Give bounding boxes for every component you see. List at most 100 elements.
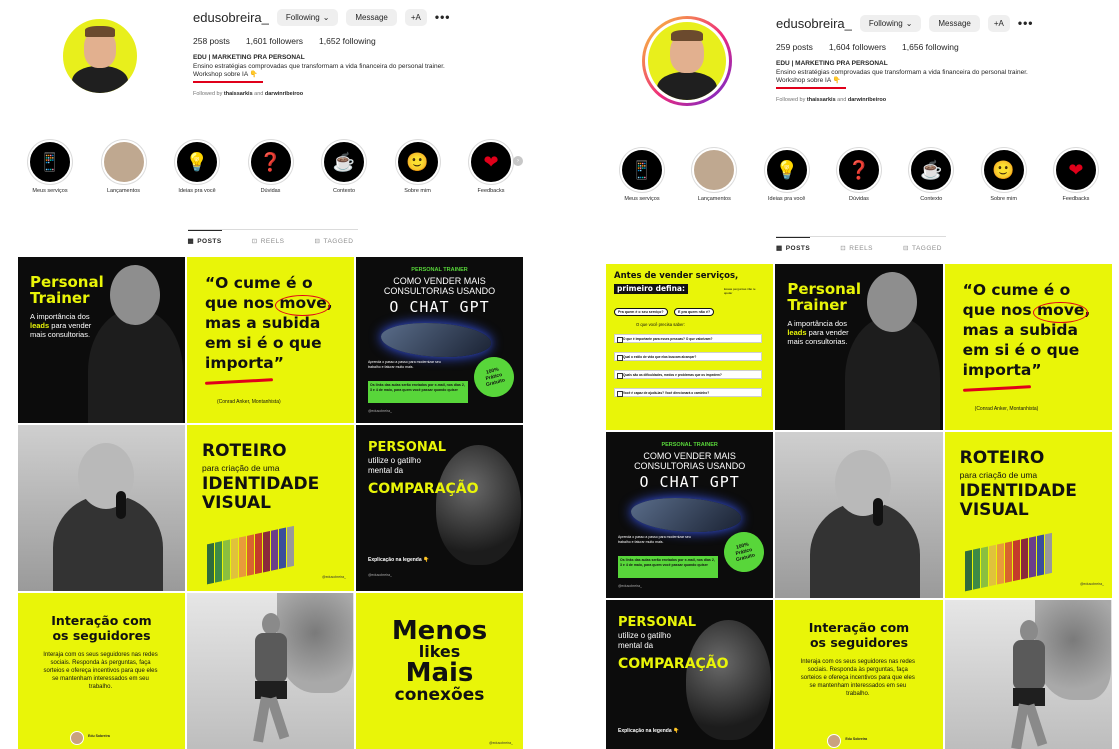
highlight-label: Contexto — [332, 188, 355, 194]
highlight-contexto[interactable]: ☕ Contexto — [901, 148, 961, 202]
message-button[interactable]: Message — [346, 8, 397, 26]
followed-user[interactable]: darwinribeiroo — [265, 91, 303, 97]
post-comparacao[interactable]: PERSONAL utilize o gatilho mental da COMP… — [606, 600, 774, 749]
highlight-meus-servicos[interactable]: 📱 Meus serviços — [20, 140, 80, 194]
coffee-cup-icon: ☕ — [322, 140, 366, 184]
highlight-label: Lançamentos — [106, 188, 141, 194]
highlight-label: Meus serviços — [624, 196, 660, 202]
chat-question-icon: ❓ — [836, 148, 881, 192]
free-badge: 100% Prático Gratuito — [469, 352, 519, 402]
heart-chat-icon: ❤ — [1053, 148, 1098, 192]
post-photo-microphone[interactable] — [775, 432, 943, 598]
tab-tagged[interactable]: ⊟ TAGGED — [314, 231, 354, 246]
followed-user[interactable]: thaissarkis — [807, 97, 836, 103]
runner-head — [1019, 620, 1038, 642]
tab-reels[interactable]: ⊡ REELS — [252, 231, 285, 246]
bio-link[interactable]: Workshop sobre IA 👇 — [776, 77, 1106, 86]
phone-icon: 📱 — [28, 140, 72, 184]
following-count[interactable]: 1,652 following — [319, 36, 376, 46]
followed-and: and — [837, 96, 847, 103]
post-title: PERSONAL — [618, 615, 697, 630]
following-button[interactable]: Following ⌄ — [859, 14, 922, 32]
post-quote[interactable]: “O cume é o que nos move, mas a subida e… — [187, 257, 354, 423]
followed-by[interactable]: Followed by thaissarkis and darwinribeir… — [193, 91, 513, 97]
post-title-main: O CHAT GPT — [639, 473, 740, 491]
post-title: COMO VENDER MAIS CONSULTORIAS USANDO — [634, 451, 746, 471]
post-personal-trainer[interactable]: Personal Trainer A importância dos leads … — [18, 257, 185, 423]
post-title-main: COMPARAÇÃO — [368, 481, 479, 497]
message-button[interactable]: Message — [929, 14, 980, 32]
grid-icon: ▦ — [776, 245, 783, 252]
highlight-ideias[interactable]: 💡 Ideias pra você — [167, 140, 227, 194]
quote-author: (Conrad Anker, Montanhista) — [974, 406, 1039, 412]
bio-link[interactable]: Workshop sobre IA 👇 — [193, 71, 513, 80]
followers-count[interactable]: 1,604 followers — [829, 42, 886, 52]
followed-user[interactable]: darwinribeiroo — [848, 97, 886, 103]
following-count[interactable]: 1,656 following — [902, 42, 959, 52]
profile-header: edusobreira_ Following ⌄ Message +A ••• 2… — [606, 8, 1112, 138]
highlight-ideias[interactable]: 💡 Ideias pra você — [757, 148, 817, 202]
highlight-contexto[interactable]: ☕ Contexto — [314, 140, 374, 194]
more-options-icon[interactable]: ••• — [435, 10, 451, 24]
highlight-sobre-mim[interactable]: 🙂 Sobre mim — [974, 148, 1034, 202]
highlight-duvidas[interactable]: ❓ Dúvidas — [241, 140, 301, 194]
following-button[interactable]: Following ⌄ — [276, 8, 339, 26]
tab-posts[interactable]: ▦ POSTS — [187, 230, 222, 245]
highlight-label: Sobre mim — [990, 196, 1017, 202]
red-circle-annotation — [1032, 302, 1088, 323]
avatar[interactable] — [60, 16, 140, 96]
highlight-label: Contexto — [920, 196, 943, 202]
free-badge: 100% Prático Gratuito — [719, 527, 769, 577]
tag-icon: ⊟ — [314, 238, 321, 245]
post-photo-microphone[interactable] — [18, 425, 185, 591]
followed-by[interactable]: Followed by thaissarkis and darwinribeir… — [776, 97, 1106, 103]
highlight-label: Dúvidas — [849, 196, 869, 202]
post-comparacao[interactable]: PERSONAL utilize o gatilho mental da COMP… — [356, 425, 523, 591]
highlight-feedbacks[interactable]: ❤ Feedbacks › — [461, 140, 523, 194]
tab-tagged[interactable]: ⊟ TAGGED — [903, 238, 942, 253]
profile-info: edusobreira_ Following ⌄ Message +A ••• 2… — [776, 12, 1106, 103]
profile-avatar-ring[interactable] — [58, 14, 142, 98]
post-menos-likes[interactable]: Menos likes Mais conexões @edusobreira_ — [356, 593, 523, 749]
post-roteiro[interactable]: ROTEIRO para criação de uma IDENTIDADE VI… — [944, 432, 1112, 598]
post-photo-runner[interactable] — [944, 600, 1112, 749]
lightbulb-icon: 💡 — [764, 148, 809, 192]
tab-reels[interactable]: ⊡ REELS — [840, 238, 873, 253]
more-options-icon[interactable]: ••• — [1018, 16, 1034, 30]
highlight-meus-servicos[interactable]: 📱 Meus serviços — [612, 148, 672, 202]
post-photo-runner[interactable] — [187, 593, 354, 749]
add-user-button[interactable]: +A — [987, 14, 1010, 32]
following-label: Following — [868, 18, 903, 28]
posts-grid: Antes de vender serviços, primeiro defin… — [606, 264, 1112, 749]
followed-user[interactable]: thaissarkis — [224, 91, 253, 97]
highlight-sobre-mim[interactable]: 🙂 Sobre mim — [388, 140, 448, 194]
highlight-lancamentos[interactable]: Lançamentos — [684, 148, 744, 202]
bio-name: EDU | MARKETING PRA PERSONAL — [776, 60, 888, 67]
handle-text: @edusobreira_ — [368, 573, 392, 577]
photo-thumbnail — [101, 140, 146, 184]
highlight-feedbacks[interactable]: ❤ Feedbacks — [1046, 148, 1106, 202]
post-quote[interactable]: “O cume é o que nos move, mas a subida e… — [944, 264, 1112, 430]
post-title-main: COMPARAÇÃO — [618, 656, 729, 672]
post-interacao[interactable]: Interação com os seguidores Interaja com … — [18, 593, 185, 749]
post-chatgpt[interactable]: PERSONAL TRAINER COMO VENDER MAIS CONSULT… — [356, 257, 523, 423]
post-antes-de-vender[interactable]: Antes de vender serviços, primeiro defin… — [606, 264, 774, 430]
highlight-duvidas[interactable]: ❓ Dúvidas — [829, 148, 889, 202]
post-kicker: PERSONAL TRAINER — [411, 267, 468, 273]
post-personal-trainer[interactable]: Personal Trainer A importância dos leads … — [775, 264, 943, 430]
followers-count[interactable]: 1,601 followers — [246, 36, 303, 46]
bio: EDU | MARKETING PRA PERSONAL Ensino estr… — [193, 54, 513, 83]
highlight-label: Feedbacks — [1062, 196, 1090, 202]
next-arrow-icon[interactable]: › — [513, 156, 523, 166]
add-user-button[interactable]: +A — [404, 8, 427, 26]
post-subtitle: utilize o gatilho mental da — [618, 631, 671, 650]
post-chatgpt[interactable]: PERSONAL TRAINER COMO VENDER MAIS CONSULT… — [606, 432, 774, 598]
post-body: Interaja com os seus seguidores nas rede… — [43, 652, 158, 690]
followed-and: and — [254, 90, 264, 97]
post-roteiro[interactable]: ROTEIRO para criação de uma IDENTIDADE VI… — [187, 425, 354, 591]
post-interacao[interactable]: Interação com os seguidores Interaja com … — [775, 600, 943, 749]
tab-posts[interactable]: ▦ POSTS — [776, 237, 811, 252]
profile-avatar-ring[interactable] — [642, 16, 732, 106]
avatar[interactable] — [645, 19, 729, 103]
highlight-lancamentos[interactable]: Lançamentos — [94, 140, 154, 194]
